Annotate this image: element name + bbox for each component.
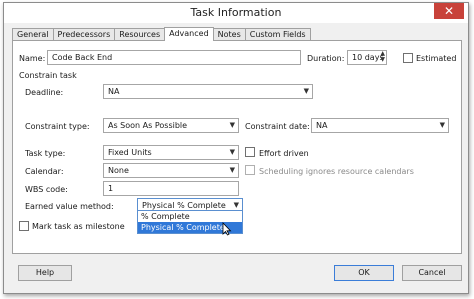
calendar-label: Calendar: xyxy=(25,167,64,176)
spin-arrows-icon[interactable]: ▲ ▼ xyxy=(380,51,385,63)
chevron-down-icon: ▼ xyxy=(229,166,235,174)
name-label: Name: xyxy=(19,54,46,63)
mouse-pointer-icon xyxy=(222,222,232,236)
wbs-code-input[interactable]: 1 xyxy=(103,181,239,196)
constraint-type-select[interactable]: As Soon As Possible ▼ xyxy=(103,118,239,133)
effort-driven-checkbox[interactable] xyxy=(245,147,255,157)
constraint-date-value: NA xyxy=(316,121,328,130)
ok-button[interactable]: OK xyxy=(334,265,394,281)
constraint-date-label: Constraint date: xyxy=(245,122,310,131)
task-information-dialog: Task Information ✕ General Predecessors … xyxy=(3,2,469,294)
constraint-date-picker[interactable]: NA ▼ xyxy=(311,118,449,133)
effort-driven-label: Effort driven xyxy=(259,149,309,158)
task-type-select[interactable]: Fixed Units ▼ xyxy=(103,145,239,160)
constrain-task-heading: Constrain task xyxy=(19,71,77,80)
duration-spinner[interactable]: 10 days ▲ ▼ xyxy=(347,50,387,65)
estimated-checkbox[interactable] xyxy=(403,53,413,63)
chevron-down-icon: ▼ xyxy=(303,87,309,95)
tab-advanced[interactable]: Advanced xyxy=(164,27,214,41)
task-type-label: Task type: xyxy=(25,149,66,158)
milestone-checkbox[interactable] xyxy=(19,221,29,231)
help-button[interactable]: Help xyxy=(18,265,72,281)
calendar-select[interactable]: None ▼ xyxy=(103,163,239,178)
estimated-label: Estimated xyxy=(416,54,457,63)
deadline-label: Deadline: xyxy=(25,88,64,97)
earned-value-label: Earned value method: xyxy=(25,202,114,211)
duration-value: 10 days xyxy=(352,53,384,62)
constraint-type-label: Constraint type: xyxy=(25,122,90,131)
chevron-down-icon: ▼ xyxy=(229,121,235,129)
wbs-code-label: WBS code: xyxy=(25,185,68,194)
option-percent-complete[interactable]: % Complete xyxy=(138,211,242,222)
chevron-down-icon: ▼ xyxy=(439,121,445,129)
duration-label: Duration: xyxy=(307,54,345,63)
deadline-picker[interactable]: NA ▼ xyxy=(103,84,313,99)
deadline-value: NA xyxy=(108,87,120,96)
dialog-title: Task Information xyxy=(190,6,282,19)
constraint-type-value: As Soon As Possible xyxy=(108,121,188,130)
chevron-down-icon: ▼ xyxy=(229,148,235,156)
advanced-panel: Name: Code Back End Duration: 10 days ▲ ▼… xyxy=(12,40,462,254)
scheduling-ignores-checkbox[interactable] xyxy=(245,165,255,175)
tab-strip: General Predecessors Resources Advanced … xyxy=(12,27,311,41)
cancel-button[interactable]: Cancel xyxy=(402,265,462,281)
task-type-value: Fixed Units xyxy=(108,148,152,157)
calendar-value: None xyxy=(108,166,129,175)
title-bar: Task Information ✕ xyxy=(4,3,468,23)
earned-value-value: Physical % Complete xyxy=(142,201,226,210)
scheduling-ignores-label: Scheduling ignores resource calendars xyxy=(259,167,414,176)
milestone-label: Mark task as milestone xyxy=(32,222,125,231)
name-input[interactable]: Code Back End xyxy=(47,50,301,65)
close-button[interactable]: ✕ xyxy=(434,3,464,19)
